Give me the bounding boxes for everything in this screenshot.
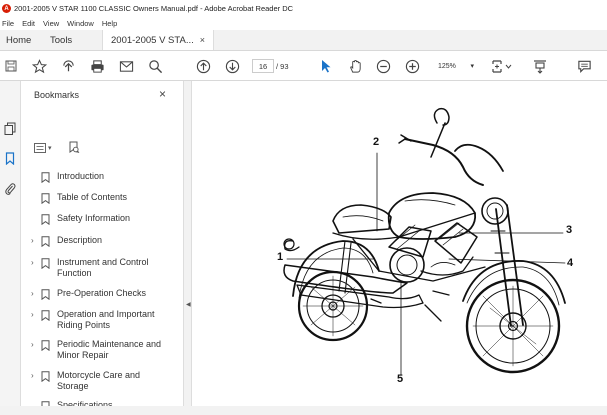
bookmark-item[interactable]: › Description [21, 235, 183, 249]
chevron-right-icon[interactable]: › [31, 235, 41, 246]
collapse-arrow-icon[interactable]: ◀ [186, 301, 191, 308]
tab-document[interactable]: 2001-2005 V STA... × [102, 30, 214, 50]
scroll-mode-icon[interactable] [530, 57, 550, 75]
star-icon[interactable] [30, 57, 48, 75]
zoom-select[interactable]: 125% ▾ [436, 59, 476, 73]
acrobat-icon: A [2, 4, 11, 13]
navigation-rail [0, 81, 21, 415]
arrow-up-circle-icon[interactable] [194, 57, 212, 75]
chevron-right-icon[interactable]: › [31, 288, 41, 299]
minus-circle-icon[interactable] [374, 57, 392, 75]
page-total: / 93 [276, 61, 289, 71]
chevron-right-icon[interactable]: › [31, 370, 41, 381]
menu-window[interactable]: Window [67, 19, 94, 28]
print-icon[interactable] [88, 57, 106, 75]
bookmark-icon [41, 214, 51, 227]
bookmark-icon [41, 289, 51, 302]
bookmark-label: Instrument and Control Function [57, 257, 149, 278]
arrow-down-circle-icon[interactable] [223, 57, 241, 75]
upload-icon[interactable] [59, 57, 77, 75]
menu-help[interactable]: Help [102, 19, 117, 28]
chevron-down-icon: ▾ [48, 145, 52, 152]
callout-1: 1 [277, 251, 284, 263]
tab-home[interactable]: Home [0, 30, 42, 50]
zoom-value: 125% [438, 62, 456, 70]
bookmark-label: Table of Contents [57, 192, 128, 202]
window-title: 2001-2005 V STAR 1100 CLASSIC Owners Man… [14, 4, 294, 13]
menu-view[interactable]: View [43, 19, 59, 28]
bookmark-icon [41, 236, 51, 249]
bookmark-icon [41, 193, 51, 206]
bookmark-item[interactable]: Safety Information [21, 213, 183, 227]
bookmark-options-button[interactable]: ▾ [34, 141, 52, 155]
motorcycle-illustration [283, 107, 566, 376]
cursor-icon[interactable] [318, 57, 334, 75]
bookmark-icon [41, 340, 51, 353]
bookmark-icon [41, 258, 51, 271]
callout-2: 2 [373, 136, 380, 148]
chevron-right-icon[interactable]: › [31, 339, 41, 350]
bookmark-item[interactable]: › Periodic Maintenance and Minor Repair [21, 339, 183, 361]
hand-icon[interactable] [346, 57, 364, 75]
bookmark-item[interactable]: › Instrument and Control Function [21, 257, 183, 279]
pages-icon[interactable] [3, 121, 17, 135]
tab-close-icon[interactable]: × [200, 35, 205, 45]
bookmark-item[interactable]: › Pre-Operation Checks [21, 288, 183, 302]
bookmarks-header: Bookmarks × [21, 81, 183, 109]
tab-tools[interactable]: Tools [42, 30, 102, 50]
bookmark-item[interactable]: Table of Contents [21, 192, 183, 206]
paperclip-icon[interactable] [3, 182, 17, 196]
bookmark-icon [41, 310, 51, 323]
menu-bar: File Edit View Window Help [0, 17, 607, 30]
bookmark-label: Safety Information [57, 213, 131, 223]
bookmark-item[interactable]: Introduction [21, 171, 183, 185]
close-icon[interactable]: × [159, 87, 166, 101]
chevron-right-icon[interactable]: › [31, 257, 41, 268]
panel-splitter[interactable]: ◀ [184, 81, 192, 415]
bookmark-icon [41, 371, 51, 384]
comment-icon[interactable] [575, 57, 593, 75]
bookmark-search-icon[interactable] [68, 140, 80, 154]
bookmark-icon [41, 172, 51, 185]
bookmark-label: Description [57, 235, 103, 245]
chevron-right-icon[interactable]: › [31, 309, 41, 320]
bookmark-label: Operation and Important Riding Points [57, 309, 155, 330]
plus-circle-icon[interactable] [403, 57, 421, 75]
fit-page-icon[interactable] [490, 57, 516, 75]
page-number-input[interactable]: 16 [252, 59, 274, 73]
bookmark-label: Motorcycle Care and Storage [57, 370, 141, 391]
title-bar: A 2001-2005 V STAR 1100 CLASSIC Owners M… [0, 0, 607, 17]
status-bar [0, 406, 607, 415]
chevron-down-icon: ▾ [470, 63, 474, 70]
bookmark-label: Introduction [57, 171, 105, 181]
bookmark-label: Periodic Maintenance and Minor Repair [57, 339, 162, 360]
save-icon[interactable] [4, 57, 18, 75]
bookmark-panel-icon[interactable] [3, 151, 17, 165]
search-icon[interactable] [146, 57, 164, 75]
tab-bar: Home Tools 2001-2005 V STA... × [0, 30, 607, 51]
bookmark-item[interactable]: › Motorcycle Care and Storage [21, 370, 183, 392]
bookmarks-panel: Bookmarks × ▾ Introduction Table of Conte… [21, 81, 184, 415]
callout-5: 5 [397, 373, 404, 385]
bookmark-item[interactable]: › Operation and Important Riding Points [21, 309, 183, 331]
document-view[interactable]: 2 1 3 4 5 [193, 81, 607, 415]
bookmarks-title: Bookmarks [34, 90, 80, 100]
tab-document-label: 2001-2005 V STA... [111, 34, 194, 46]
bookmark-label: Pre-Operation Checks [57, 288, 147, 298]
menu-edit[interactable]: Edit [22, 19, 35, 28]
callout-4: 4 [567, 257, 574, 269]
callout-3: 3 [566, 224, 573, 236]
toolbar: 16 / 93 125% ▾ [0, 51, 607, 81]
menu-file[interactable]: File [2, 19, 14, 28]
mail-icon[interactable] [117, 57, 135, 75]
